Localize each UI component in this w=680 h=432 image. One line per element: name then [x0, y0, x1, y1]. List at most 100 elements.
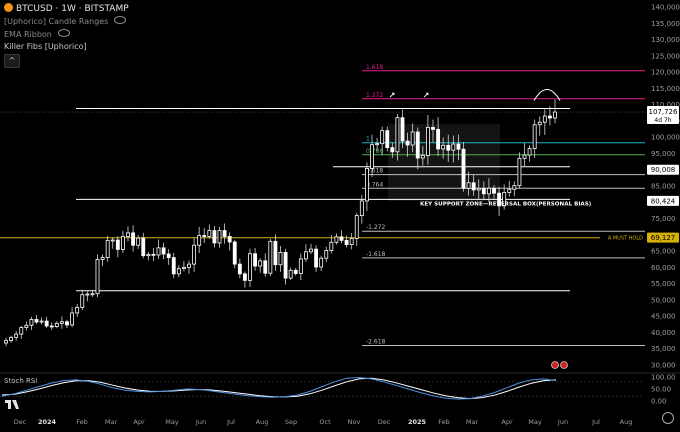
candle[interactable]	[400, 117, 405, 142]
candle[interactable]	[441, 144, 446, 150]
candle[interactable]	[466, 182, 471, 189]
indicator-ema-ribbon[interactable]: EMA Ribbon	[4, 29, 70, 39]
candle[interactable]	[95, 259, 100, 295]
candle[interactable]	[288, 269, 293, 279]
candle[interactable]	[75, 306, 80, 314]
candle[interactable]	[553, 111, 557, 119]
candle[interactable]	[314, 248, 319, 268]
candle[interactable]	[344, 239, 349, 245]
candle[interactable]	[248, 253, 252, 281]
candle[interactable]	[349, 237, 354, 245]
candle[interactable]	[156, 247, 161, 256]
event-flag-icon[interactable]	[551, 361, 559, 369]
candle[interactable]	[359, 200, 364, 217]
candle[interactable]	[120, 236, 125, 250]
candle[interactable]	[110, 239, 115, 242]
candle[interactable]	[405, 140, 410, 146]
candle[interactable]	[385, 130, 390, 148]
eye-hidden-icon[interactable]	[114, 16, 127, 24]
candle[interactable]	[329, 241, 334, 251]
candle[interactable]	[431, 127, 435, 130]
candle[interactable]	[202, 235, 207, 237]
event-flag-icon[interactable]	[560, 361, 568, 369]
candle[interactable]	[100, 257, 105, 260]
candle[interactable]	[90, 293, 95, 296]
candle[interactable]	[268, 240, 273, 274]
chart-title[interactable]: BTCUSD · 1W · BITSTAMP	[4, 3, 129, 14]
candle[interactable]	[451, 143, 456, 151]
candle[interactable]	[436, 128, 441, 150]
candle[interactable]	[364, 168, 369, 202]
candle[interactable]	[181, 266, 186, 270]
candle[interactable]	[166, 253, 171, 259]
candle[interactable]	[354, 215, 359, 239]
candle[interactable]	[517, 157, 522, 187]
candle[interactable]	[547, 115, 552, 119]
candle[interactable]	[507, 188, 512, 193]
candle[interactable]	[258, 260, 263, 267]
candle[interactable]	[481, 187, 486, 195]
price-chart[interactable]: 1.6181.27210.7860.6180.764-1.272-1.618-2…	[0, 0, 680, 428]
candle[interactable]	[471, 182, 476, 191]
candle[interactable]	[171, 257, 176, 275]
candle[interactable]	[375, 143, 380, 146]
candle[interactable]	[39, 320, 44, 323]
candle[interactable]	[131, 232, 136, 246]
candle[interactable]	[187, 263, 191, 268]
candle[interactable]	[24, 324, 29, 328]
candle[interactable]	[115, 239, 120, 250]
candle[interactable]	[44, 320, 49, 327]
candle[interactable]	[334, 236, 339, 243]
candle[interactable]	[476, 187, 481, 191]
candle[interactable]	[309, 248, 313, 253]
candle[interactable]	[512, 185, 517, 190]
candle[interactable]	[59, 321, 64, 324]
candle[interactable]	[105, 239, 110, 258]
candle[interactable]	[192, 244, 197, 265]
candle[interactable]	[492, 187, 496, 194]
candle[interactable]	[222, 230, 227, 237]
candle[interactable]	[324, 250, 329, 259]
collapse-legend-button[interactable]: ^	[4, 54, 20, 68]
candle[interactable]	[339, 236, 344, 241]
candle[interactable]	[126, 232, 130, 237]
candle[interactable]	[65, 321, 69, 326]
indicator-killer-fibs[interactable]: Killer Fibs [Uphorico]	[4, 42, 87, 51]
candle[interactable]	[141, 237, 146, 257]
candle[interactable]	[390, 147, 395, 153]
candle[interactable]	[410, 131, 415, 146]
candle[interactable]	[4, 340, 8, 344]
candle[interactable]	[80, 294, 85, 308]
candle[interactable]	[486, 187, 491, 195]
candle[interactable]	[29, 319, 34, 326]
candle[interactable]	[197, 235, 202, 246]
candle[interactable]	[34, 319, 39, 323]
candle[interactable]	[456, 143, 461, 150]
candle[interactable]	[395, 117, 400, 153]
stoch-rsi-k-line[interactable]	[1, 376, 557, 400]
candle[interactable]	[237, 263, 242, 275]
candle[interactable]	[70, 312, 75, 326]
candle[interactable]	[176, 268, 181, 275]
candle[interactable]	[136, 237, 141, 246]
candle[interactable]	[542, 115, 547, 123]
candle[interactable]	[232, 241, 237, 265]
candle[interactable]	[532, 124, 537, 149]
settings-gear-icon[interactable]	[662, 412, 674, 424]
candle[interactable]	[19, 327, 24, 335]
candle[interactable]	[273, 240, 278, 266]
candle[interactable]	[85, 293, 90, 296]
candle[interactable]	[161, 247, 166, 255]
candle[interactable]	[146, 253, 151, 257]
candle[interactable]	[14, 333, 19, 338]
candle[interactable]	[370, 144, 374, 169]
indicator-candle-ranges[interactable]: [Uphorico] Candle Ranges	[4, 16, 127, 26]
candle[interactable]	[9, 336, 14, 341]
candle[interactable]	[207, 230, 212, 237]
candle[interactable]	[212, 230, 217, 244]
candle[interactable]	[522, 154, 527, 159]
candle[interactable]	[461, 148, 466, 189]
candle[interactable]	[298, 258, 303, 274]
candle[interactable]	[425, 127, 430, 156]
candle[interactable]	[537, 121, 542, 126]
